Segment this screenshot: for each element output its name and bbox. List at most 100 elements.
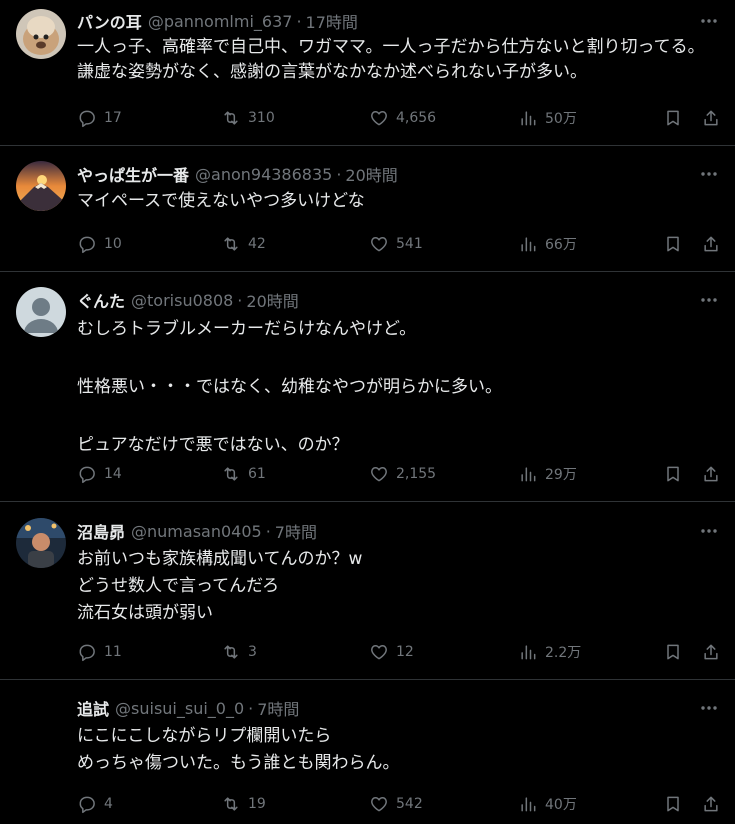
bookmark-button[interactable] bbox=[663, 464, 683, 484]
views-button[interactable]: 2.2万 bbox=[518, 642, 581, 662]
tweet-header: パンの耳 @pannomlmi_637 · 17時間 bbox=[77, 9, 358, 33]
retweet-icon bbox=[224, 645, 238, 659]
more-icon bbox=[701, 298, 717, 302]
like-button[interactable]: 542 bbox=[369, 794, 423, 814]
like-button[interactable]: 12 bbox=[369, 642, 414, 662]
separator-dot: · bbox=[237, 290, 243, 310]
reply-icon bbox=[79, 236, 95, 254]
share-icon bbox=[704, 110, 718, 126]
retweet-button[interactable]: 310 bbox=[221, 108, 275, 128]
user-avatar[interactable] bbox=[16, 9, 66, 59]
bookmark-button[interactable] bbox=[663, 234, 683, 254]
heart-icon bbox=[371, 237, 387, 252]
view-count: 50万 bbox=[545, 111, 577, 127]
retweet-button[interactable]: 19 bbox=[221, 794, 266, 814]
reply-count: 10 bbox=[104, 236, 122, 252]
timestamp[interactable]: 20時間 bbox=[246, 288, 298, 312]
user-handle[interactable]: @numasan0405 bbox=[131, 522, 262, 541]
share-icon bbox=[704, 796, 718, 812]
user-avatar[interactable] bbox=[16, 518, 66, 568]
like-button[interactable]: 541 bbox=[369, 234, 423, 254]
more-options-button[interactable] bbox=[697, 162, 721, 186]
analytics-icon bbox=[521, 237, 536, 252]
views-button[interactable]: 40万 bbox=[518, 794, 577, 814]
share-button[interactable] bbox=[701, 464, 721, 484]
share-button[interactable] bbox=[701, 234, 721, 254]
user-handle[interactable]: @torisu0808 bbox=[131, 291, 233, 310]
timestamp[interactable]: 20時間 bbox=[345, 162, 397, 186]
like-count: 541 bbox=[396, 236, 423, 252]
more-options-button[interactable] bbox=[697, 519, 721, 543]
retweet-button[interactable]: 61 bbox=[221, 464, 266, 484]
heart-icon bbox=[371, 467, 387, 482]
more-icon bbox=[701, 529, 717, 533]
more-options-button[interactable] bbox=[697, 696, 721, 720]
like-button[interactable]: 2,155 bbox=[369, 464, 436, 484]
user-handle[interactable]: @pannomlmi_637 bbox=[148, 12, 293, 31]
reply-count: 4 bbox=[104, 796, 113, 812]
reply-button[interactable]: 17 bbox=[77, 108, 122, 128]
separator-dot: · bbox=[336, 164, 342, 184]
tweet[interactable]: パンの耳 @pannomlmi_637 · 17時間 一人っ子、高確率で自己中、… bbox=[0, 0, 735, 146]
share-button[interactable] bbox=[701, 108, 721, 128]
view-count: 29万 bbox=[545, 467, 577, 483]
bookmark-icon bbox=[667, 796, 679, 812]
views-button[interactable]: 50万 bbox=[518, 108, 577, 128]
user-avatar[interactable] bbox=[16, 161, 66, 211]
retweet-count: 61 bbox=[248, 466, 266, 482]
tweet[interactable]: 追試 @suisui_sui_0_0 · 7時間 にこにこしながらリプ欄開いたら… bbox=[0, 680, 735, 824]
timestamp[interactable]: 7時間 bbox=[257, 696, 299, 720]
tweet-text: 一人っ子、高確率で自己中、ワガママ。一人っ子だから仕方ないと割り切ってる。謙虚な… bbox=[77, 37, 705, 82]
more-options-button[interactable] bbox=[697, 288, 721, 312]
action-bar: 17 310 4,656 50万 bbox=[77, 106, 721, 130]
analytics-icon bbox=[521, 797, 536, 812]
retweet-count: 310 bbox=[248, 110, 275, 126]
tweet[interactable]: やっぱ生が一番 @anon94386835 · 20時間 マイペースで使えないや… bbox=[0, 146, 735, 272]
more-options-button[interactable] bbox=[697, 9, 721, 33]
reply-button[interactable]: 11 bbox=[77, 642, 122, 662]
user-handle[interactable]: @suisui_sui_0_0 bbox=[115, 699, 244, 718]
heart-icon bbox=[371, 111, 387, 126]
user-handle[interactable]: @anon94386835 bbox=[195, 165, 332, 184]
tweet-header: やっぱ生が一番 @anon94386835 · 20時間 bbox=[77, 162, 398, 186]
bookmark-icon bbox=[667, 110, 679, 126]
bookmark-button[interactable] bbox=[663, 642, 683, 662]
tweet-text: マイペースで使えないやつ多いけどな bbox=[77, 191, 365, 211]
bookmark-button[interactable] bbox=[663, 794, 683, 814]
display-name[interactable]: 追試 bbox=[77, 696, 109, 720]
like-count: 2,155 bbox=[396, 466, 437, 482]
like-button[interactable]: 4,656 bbox=[369, 108, 436, 128]
share-button[interactable] bbox=[701, 794, 721, 814]
retweet-icon bbox=[224, 467, 238, 481]
reply-count: 17 bbox=[104, 110, 122, 126]
tweet[interactable]: ぐんた @torisu0808 · 20時間 むしろトラブルメーカーだらけなんや… bbox=[0, 272, 735, 502]
display-name[interactable]: 沼島昴 bbox=[77, 519, 125, 543]
analytics-icon bbox=[521, 467, 536, 482]
retweet-button[interactable]: 3 bbox=[221, 642, 257, 662]
tweet-header: ぐんた @torisu0808 · 20時間 bbox=[77, 288, 299, 312]
share-button[interactable] bbox=[701, 642, 721, 662]
views-button[interactable]: 66万 bbox=[518, 234, 577, 254]
display-name[interactable]: やっぱ生が一番 bbox=[77, 162, 189, 186]
tweet-header: 沼島昴 @numasan0405 · 7時間 bbox=[77, 519, 317, 543]
views-button[interactable]: 29万 bbox=[518, 464, 577, 484]
retweet-count: 42 bbox=[248, 236, 266, 252]
view-count: 66万 bbox=[545, 237, 577, 253]
more-icon bbox=[701, 706, 717, 710]
user-avatar[interactable] bbox=[16, 287, 66, 337]
reply-button[interactable]: 14 bbox=[77, 464, 122, 484]
share-icon bbox=[704, 466, 718, 482]
bookmark-button[interactable] bbox=[663, 108, 683, 128]
reply-button[interactable]: 4 bbox=[77, 794, 113, 814]
retweet-button[interactable]: 42 bbox=[221, 234, 266, 254]
timestamp[interactable]: 17時間 bbox=[306, 9, 358, 33]
separator-dot: · bbox=[296, 11, 302, 31]
share-icon bbox=[704, 236, 718, 252]
display-name[interactable]: ぐんた bbox=[77, 288, 125, 312]
reply-count: 14 bbox=[104, 466, 122, 482]
display-name[interactable]: パンの耳 bbox=[77, 9, 142, 33]
share-icon bbox=[704, 644, 718, 660]
tweet[interactable]: 沼島昴 @numasan0405 · 7時間 お前いつも家族構成聞いてんのか？w… bbox=[0, 502, 735, 680]
timestamp[interactable]: 7時間 bbox=[275, 519, 317, 543]
reply-button[interactable]: 10 bbox=[77, 234, 122, 254]
